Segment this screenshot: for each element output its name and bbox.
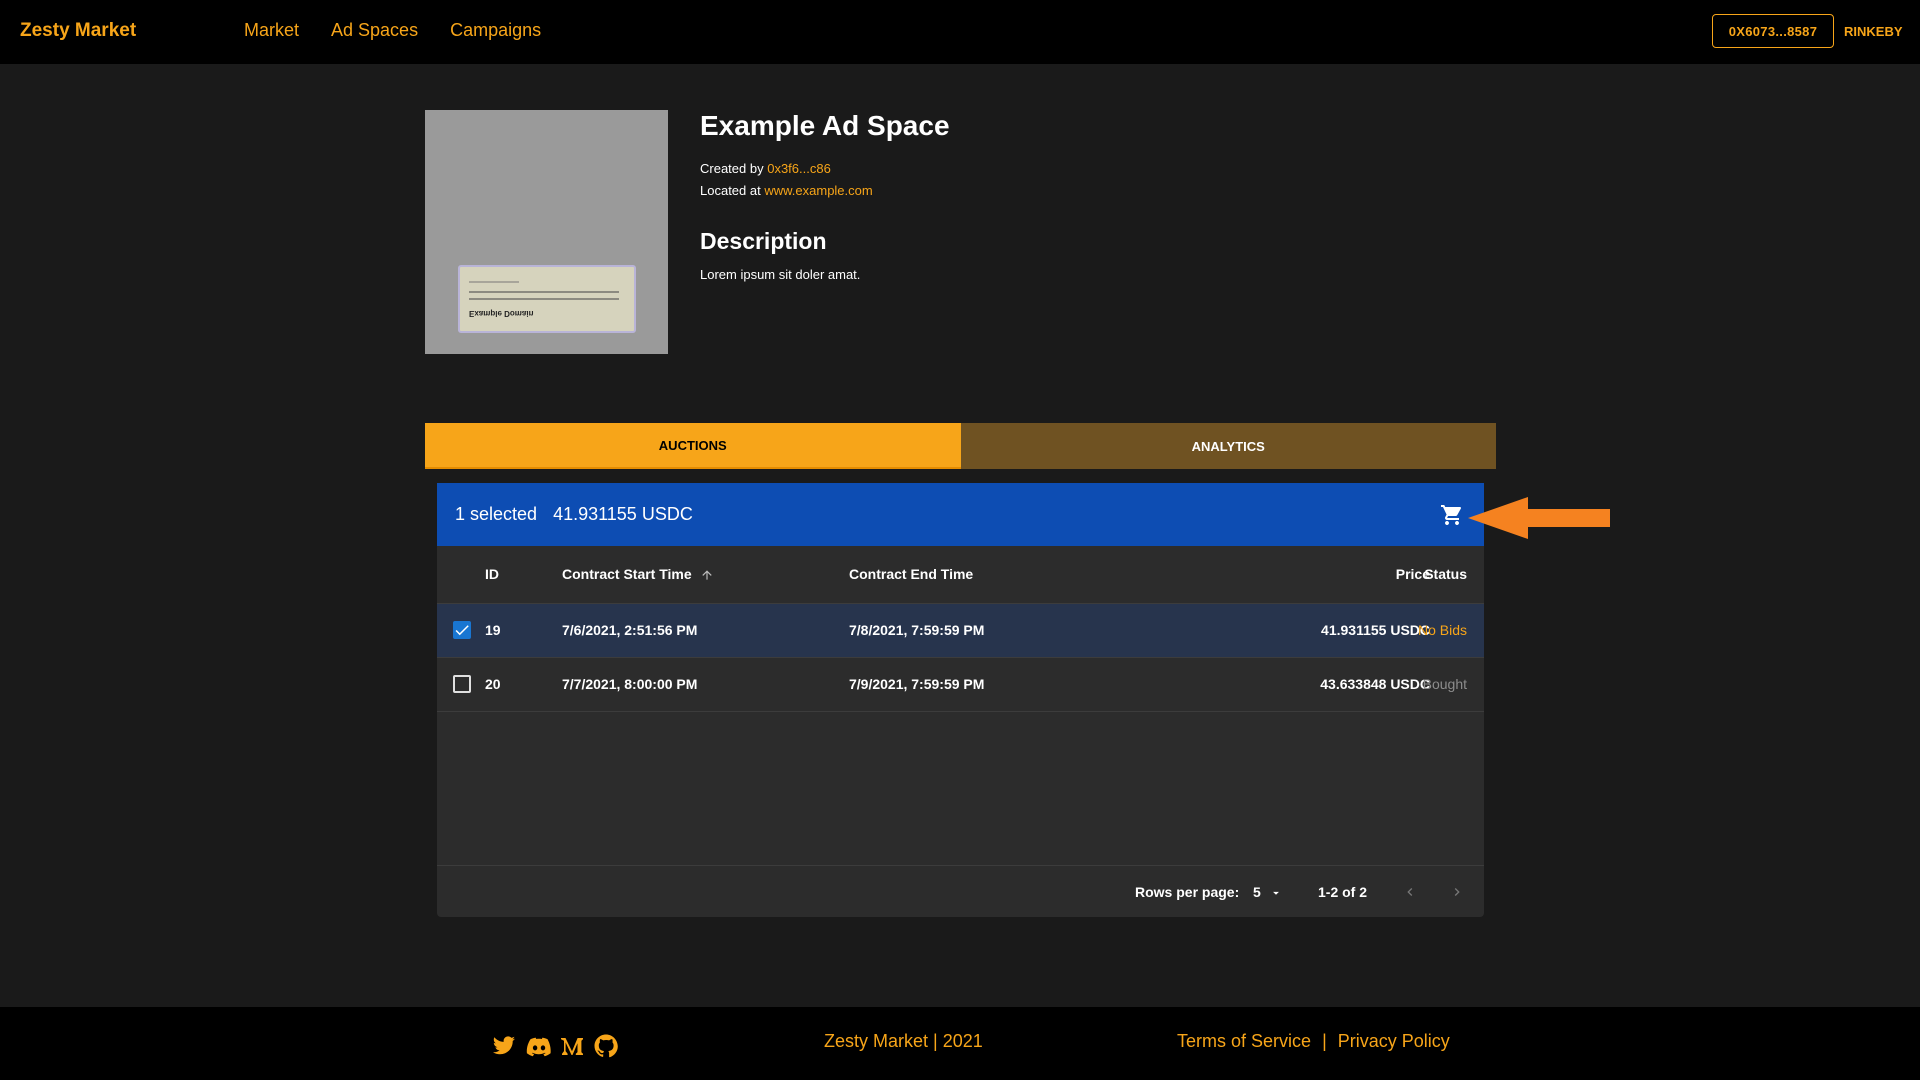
annotation-arrow-icon: [1468, 497, 1610, 544]
row-status: No Bids: [1417, 622, 1467, 638]
created-by-label: Created by: [700, 161, 764, 176]
rows-per-page-value: 5: [1253, 884, 1261, 900]
previous-page-icon[interactable]: [1402, 884, 1418, 905]
description-heading: Description: [700, 228, 827, 254]
nav-campaigns[interactable]: Campaigns: [450, 20, 541, 41]
footer-separator: |: [1322, 1031, 1327, 1051]
description-text: Lorem ipsum sit doler amat.: [700, 267, 861, 282]
tab-analytics[interactable]: ANALYTICS: [960, 423, 1496, 469]
next-page-icon[interactable]: [1449, 884, 1465, 905]
ad-space-meta: Created by 0x3f6...c86 Located at www.ex…: [700, 158, 950, 202]
pagination-range: 1-2 of 2: [1318, 884, 1368, 900]
main-nav: Market Ad Spaces Campaigns: [244, 20, 541, 41]
row-status: Bought: [1422, 676, 1467, 692]
shopping-cart-icon[interactable]: [1440, 503, 1464, 527]
nav-ad-spaces[interactable]: Ad Spaces: [331, 20, 418, 41]
footer-links: Terms of Service | Privacy Policy: [1177, 1031, 1450, 1052]
column-start-time[interactable]: Contract Start Time: [562, 566, 714, 585]
row-start-time: 7/6/2021, 2:51:56 PM: [562, 622, 698, 638]
auctions-table: 1 selected 41.931155 USDC ID Contract St…: [437, 483, 1484, 917]
located-at-label: Located at: [700, 183, 761, 198]
rows-per-page-label: Rows per page:: [1135, 884, 1240, 900]
row-end-time: 7/9/2021, 7:59:59 PM: [849, 676, 985, 692]
row-checkbox-unchecked[interactable]: [453, 675, 471, 693]
brand-logo[interactable]: Zesty Market: [20, 20, 136, 42]
table-row[interactable]: 20 7/7/2021, 8:00:00 PM 7/9/2021, 7:59:5…: [437, 658, 1484, 712]
page-footer: Zesty Market | 2021 Terms of Service | P…: [0, 1007, 1920, 1080]
github-icon[interactable]: [594, 1034, 618, 1058]
row-id: 20: [485, 676, 501, 692]
tab-auctions[interactable]: AUCTIONS: [425, 423, 961, 469]
sort-ascending-icon[interactable]: [700, 568, 714, 585]
column-status[interactable]: Status: [1367, 566, 1467, 582]
privacy-policy-link[interactable]: Privacy Policy: [1338, 1031, 1450, 1051]
preview-line: [469, 281, 519, 283]
page-title: Example Ad Space: [700, 110, 950, 141]
medium-icon[interactable]: [560, 1034, 584, 1058]
table-row[interactable]: 19 7/6/2021, 2:51:56 PM 7/8/2021, 7:59:5…: [437, 604, 1484, 658]
table-pagination: Rows per page: 5 1-2 of 2: [437, 865, 1484, 918]
terms-of-service-link[interactable]: Terms of Service: [1177, 1031, 1311, 1051]
preview-line: [469, 298, 619, 300]
created-by-row: Created by 0x3f6...c86: [700, 158, 950, 180]
discord-icon[interactable]: [526, 1034, 551, 1058]
ad-space-thumbnail: Example Domain: [425, 110, 668, 354]
preview-line: [469, 291, 619, 293]
row-checkbox-checked[interactable]: [453, 621, 471, 639]
row-start-time: 7/7/2021, 8:00:00 PM: [562, 676, 698, 692]
social-links: [492, 1034, 618, 1058]
wallet-address-button[interactable]: 0X6073...8587: [1712, 14, 1834, 48]
selected-total: 41.931155 USDC: [553, 504, 693, 524]
table-header: ID Contract Start Time Contract End Time…: [437, 546, 1484, 604]
top-nav-bar: Zesty Market Market Ad Spaces Campaigns …: [0, 0, 1920, 64]
thumbnail-preview-card: Example Domain: [458, 265, 636, 333]
rows-per-page-select[interactable]: 5: [1253, 884, 1283, 903]
location-link[interactable]: www.example.com: [764, 183, 872, 198]
row-end-time: 7/8/2021, 7:59:59 PM: [849, 622, 985, 638]
column-start-time-label: Contract Start Time: [562, 566, 692, 582]
column-end-time[interactable]: Contract End Time: [849, 566, 973, 582]
dropdown-arrow-icon: [1269, 886, 1283, 903]
preview-caption: Example Domain: [469, 309, 534, 318]
ad-space-info: Example Ad Space Created by 0x3f6...c86 …: [700, 110, 950, 282]
creator-link[interactable]: 0x3f6...c86: [767, 161, 831, 176]
selection-toolbar: 1 selected 41.931155 USDC: [437, 483, 1484, 546]
selected-count: 1 selected: [455, 504, 538, 524]
network-label: RINKEBY: [1844, 24, 1903, 39]
footer-copyright: Zesty Market | 2021: [824, 1031, 983, 1051]
row-id: 19: [485, 622, 501, 638]
column-id[interactable]: ID: [485, 566, 499, 582]
twitter-icon[interactable]: [492, 1034, 516, 1058]
tab-bar: AUCTIONS ANALYTICS: [425, 423, 1496, 469]
located-at-row: Located at www.example.com: [700, 180, 950, 202]
nav-market[interactable]: Market: [244, 20, 299, 41]
